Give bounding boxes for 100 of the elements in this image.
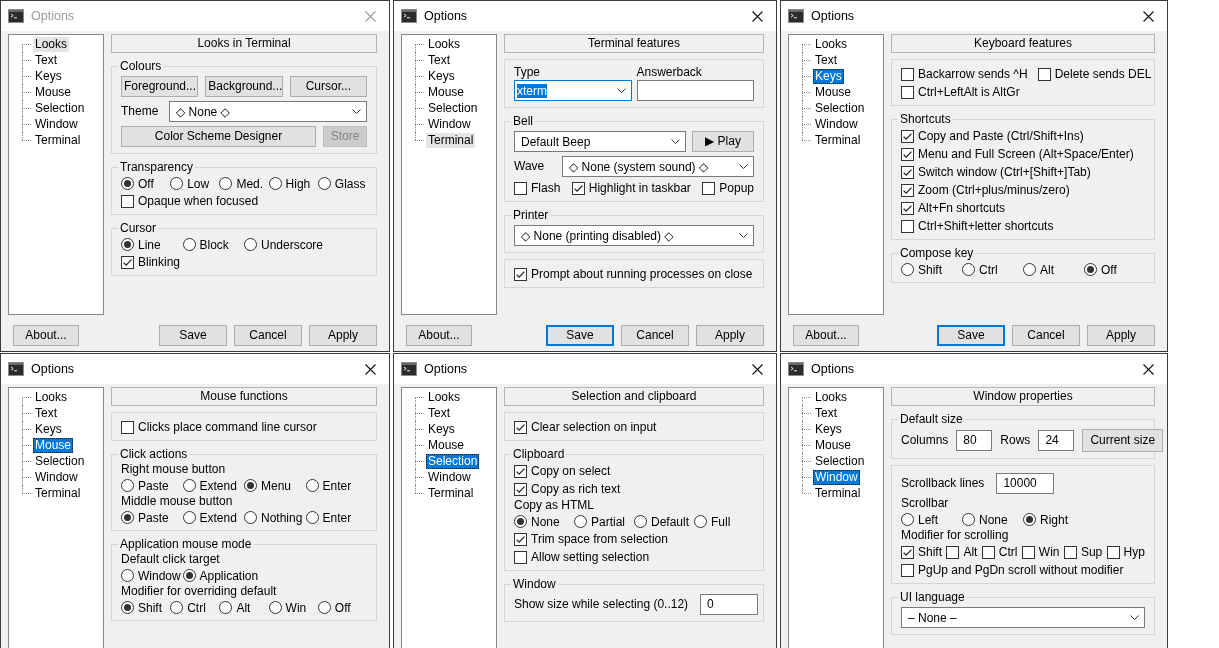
tree-item[interactable]: Looks <box>426 36 463 52</box>
radio-button[interactable]: Menu <box>244 478 292 493</box>
push-button[interactable]: Color Scheme Designer <box>121 126 316 147</box>
radio-button[interactable]: Med. <box>219 176 264 191</box>
tree-item[interactable]: Selection <box>426 100 480 116</box>
tree-item[interactable]: Text <box>426 405 452 421</box>
checkbox[interactable]: Menu and Full Screen (Alt+Space/Enter) <box>901 147 1134 161</box>
radio-button[interactable]: Low <box>170 176 210 191</box>
checkbox[interactable]: Ctrl+Shift+letter shortcuts <box>901 219 1054 233</box>
radio-button[interactable]: Nothing <box>244 510 303 525</box>
dialog-button[interactable]: About... <box>13 325 79 346</box>
radio-button[interactable]: Application <box>182 568 259 583</box>
checkbox[interactable]: Popup <box>702 181 754 195</box>
tree-item[interactable]: Text <box>33 405 59 421</box>
checkbox[interactable]: Zoom (Ctrl+plus/minus/zero) <box>901 183 1070 197</box>
checkbox[interactable]: Alt <box>946 545 978 559</box>
radio-button[interactable]: Full <box>694 514 731 529</box>
radio-button[interactable]: None <box>962 512 1008 527</box>
close-icon[interactable] <box>1143 10 1154 22</box>
dialog-button[interactable]: About... <box>406 325 472 346</box>
tree-item[interactable]: Window <box>426 469 473 485</box>
checkbox[interactable]: PgUp and PgDn scroll without modifier <box>901 563 1124 577</box>
radio-button[interactable]: Enter <box>305 478 352 493</box>
push-button[interactable]: Current size <box>1082 429 1164 452</box>
dialog-button[interactable]: Save <box>159 325 227 346</box>
tree-item[interactable]: Terminal <box>33 132 83 148</box>
dropdown[interactable]: ◇ None (system sound) ◇ <box>562 156 754 177</box>
checkbox[interactable]: Ctrl <box>981 545 1018 559</box>
dropdown[interactable]: xterm <box>514 80 632 101</box>
radio-button[interactable]: Line <box>121 237 161 252</box>
close-icon[interactable] <box>752 363 763 375</box>
tree-item[interactable]: Keys <box>33 68 64 84</box>
push-button[interactable]: Background... <box>205 76 283 97</box>
input-field[interactable] <box>636 80 754 101</box>
tree-item[interactable]: Keys <box>426 68 457 84</box>
tree-item[interactable]: Terminal <box>33 485 83 501</box>
radio-button[interactable]: Ctrl <box>170 600 206 615</box>
tree-item[interactable]: Terminal <box>426 485 476 501</box>
dialog-button[interactable]: Apply <box>1087 325 1155 346</box>
dialog-button[interactable]: Save <box>546 325 614 346</box>
checkbox[interactable]: Copy on select <box>514 464 611 478</box>
checkbox[interactable]: Prompt about running processes on close <box>514 267 753 281</box>
checkbox[interactable]: Highlight in taskbar <box>571 181 691 195</box>
checkbox[interactable]: Delete sends DEL <box>1037 67 1152 81</box>
tree-item[interactable]: Looks <box>33 36 70 52</box>
tree-item[interactable]: Selection <box>813 100 867 116</box>
radio-button[interactable]: Alt <box>1023 262 1054 277</box>
checkbox[interactable]: Alt+Fn shortcuts <box>901 201 1006 215</box>
checkbox[interactable]: Blinking <box>121 255 181 269</box>
checkbox[interactable]: Copy and Paste (Ctrl/Shift+Ins) <box>901 129 1084 143</box>
tree-item[interactable]: Window <box>813 469 860 485</box>
radio-button[interactable]: Off <box>1084 262 1117 277</box>
tree-item[interactable]: Terminal <box>813 485 863 501</box>
checkbox[interactable]: Hyp <box>1106 545 1145 559</box>
radio-button[interactable]: Left <box>901 512 938 527</box>
tree-item[interactable]: Selection <box>813 453 867 469</box>
checkbox[interactable]: Opaque when focused <box>121 194 259 208</box>
radio-button[interactable]: Off <box>317 600 351 615</box>
radio-button[interactable]: Enter <box>305 510 352 525</box>
radio-button[interactable]: Shift <box>901 262 942 277</box>
tree-item[interactable]: Keys <box>813 421 844 437</box>
push-button[interactable]: Foreground... <box>121 76 199 97</box>
tree-item[interactable]: Mouse <box>33 437 74 453</box>
push-button[interactable]: Cursor... <box>289 76 367 97</box>
radio-button[interactable]: Underscore <box>244 237 324 252</box>
checkbox[interactable]: Sup <box>1063 545 1103 559</box>
tree-item[interactable]: Mouse <box>33 84 74 100</box>
dialog-button[interactable]: Cancel <box>234 325 302 346</box>
checkbox[interactable]: Trim space from selection <box>514 532 668 546</box>
checkbox[interactable]: Flash <box>514 181 561 195</box>
close-icon[interactable] <box>752 10 763 22</box>
tree-item[interactable]: Selection <box>426 453 480 469</box>
radio-button[interactable]: Off <box>121 176 154 191</box>
tree-item[interactable]: Text <box>426 52 452 68</box>
checkbox[interactable]: Ctrl+LeftAlt is AltGr <box>901 85 1020 99</box>
checkbox[interactable]: Clicks place command line cursor <box>121 420 317 434</box>
checkbox[interactable]: Backarrow sends ^H <box>901 67 1028 81</box>
tree-item[interactable]: Looks <box>33 389 70 405</box>
radio-button[interactable]: High <box>268 176 311 191</box>
dropdown[interactable]: ◇ None (printing disabled) ◇ <box>514 225 754 246</box>
radio-button[interactable]: Ctrl <box>962 262 998 277</box>
tree-item[interactable]: Keys <box>813 68 844 84</box>
dialog-button[interactable]: Apply <box>309 325 377 346</box>
tree-item[interactable]: Terminal <box>813 132 863 148</box>
radio-button[interactable]: None <box>514 514 560 529</box>
radio-button[interactable]: Paste <box>121 510 169 525</box>
checkbox[interactable]: Switch window (Ctrl+[Shift+]Tab) <box>901 165 1091 179</box>
dropdown[interactable]: – None – <box>901 607 1145 628</box>
tree-item[interactable]: Selection <box>33 100 87 116</box>
tree-item[interactable]: Text <box>33 52 59 68</box>
tree-item[interactable]: Text <box>813 405 839 421</box>
tree-item[interactable]: Looks <box>426 389 463 405</box>
radio-button[interactable]: Block <box>182 237 229 252</box>
dialog-button[interactable]: About... <box>793 325 859 346</box>
dialog-button[interactable]: Cancel <box>621 325 689 346</box>
input-field[interactable]: 24 <box>1038 430 1075 451</box>
radio-button[interactable]: Glass <box>317 176 366 191</box>
dialog-button[interactable]: Save <box>937 325 1005 346</box>
checkbox[interactable]: Allow setting selection <box>514 550 650 564</box>
tree-item[interactable]: Window <box>426 116 473 132</box>
